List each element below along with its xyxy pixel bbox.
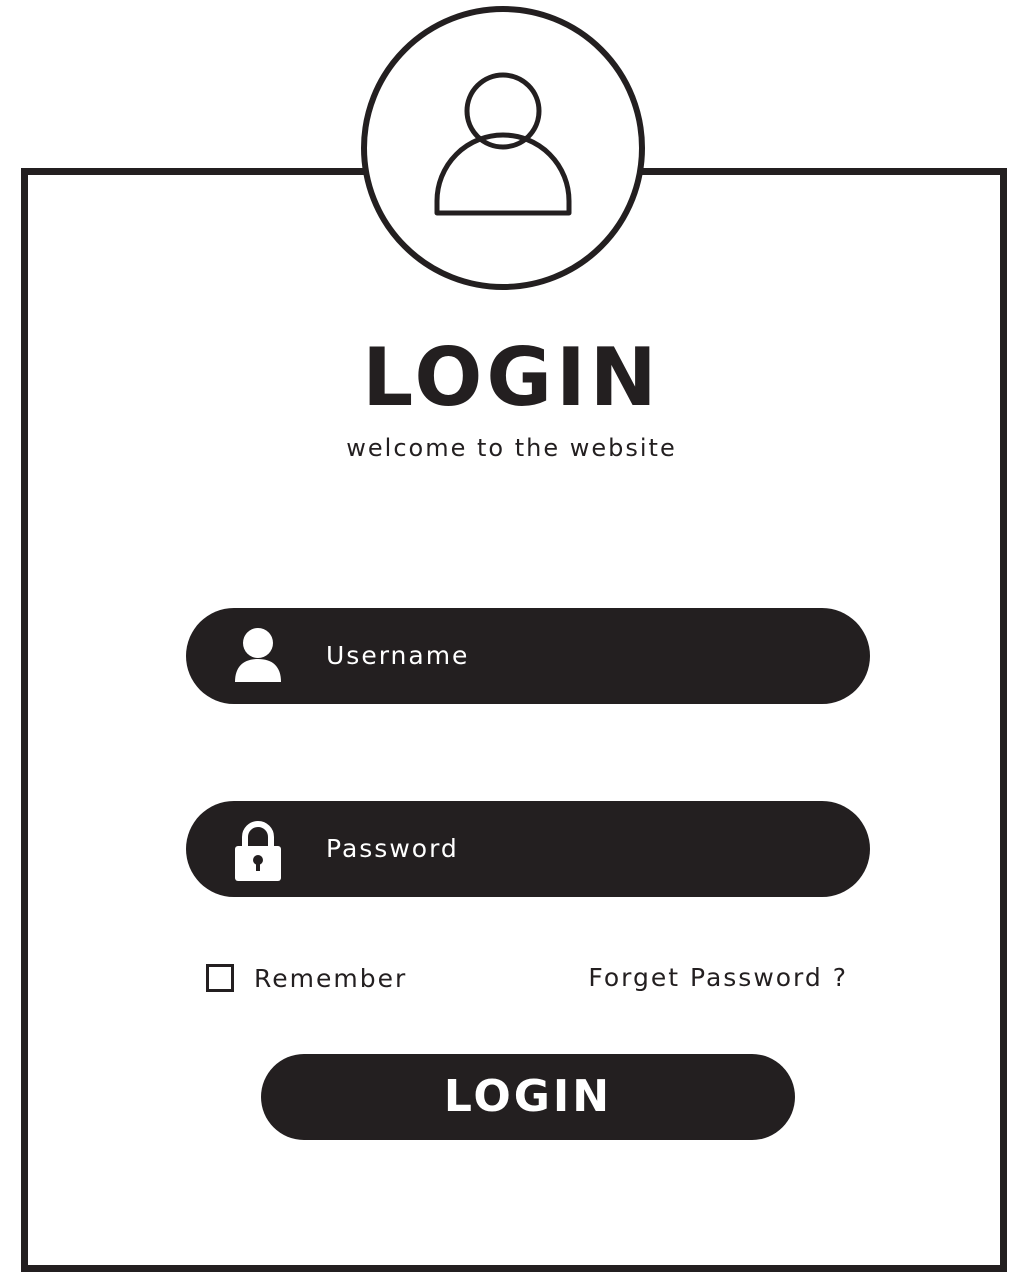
forgot-password-link[interactable]: Forget Password ?: [560, 960, 848, 996]
user-icon: [235, 628, 281, 682]
avatar: [361, 6, 645, 290]
password-field[interactable]: Password: [186, 801, 870, 897]
lock-icon: [235, 821, 281, 881]
page-title: LOGIN: [362, 331, 661, 424]
page-subtitle: welcome to the website: [346, 434, 677, 462]
remember-label: Remember: [254, 963, 408, 993]
username-field[interactable]: Username: [186, 608, 870, 704]
user-outline-icon: [434, 72, 572, 216]
username-placeholder: Username: [326, 641, 470, 670]
password-placeholder: Password: [326, 834, 459, 863]
remember-toggle[interactable]: Remember: [206, 960, 407, 996]
remember-checkbox[interactable]: [206, 964, 234, 992]
login-button[interactable]: LOGIN: [261, 1054, 795, 1140]
